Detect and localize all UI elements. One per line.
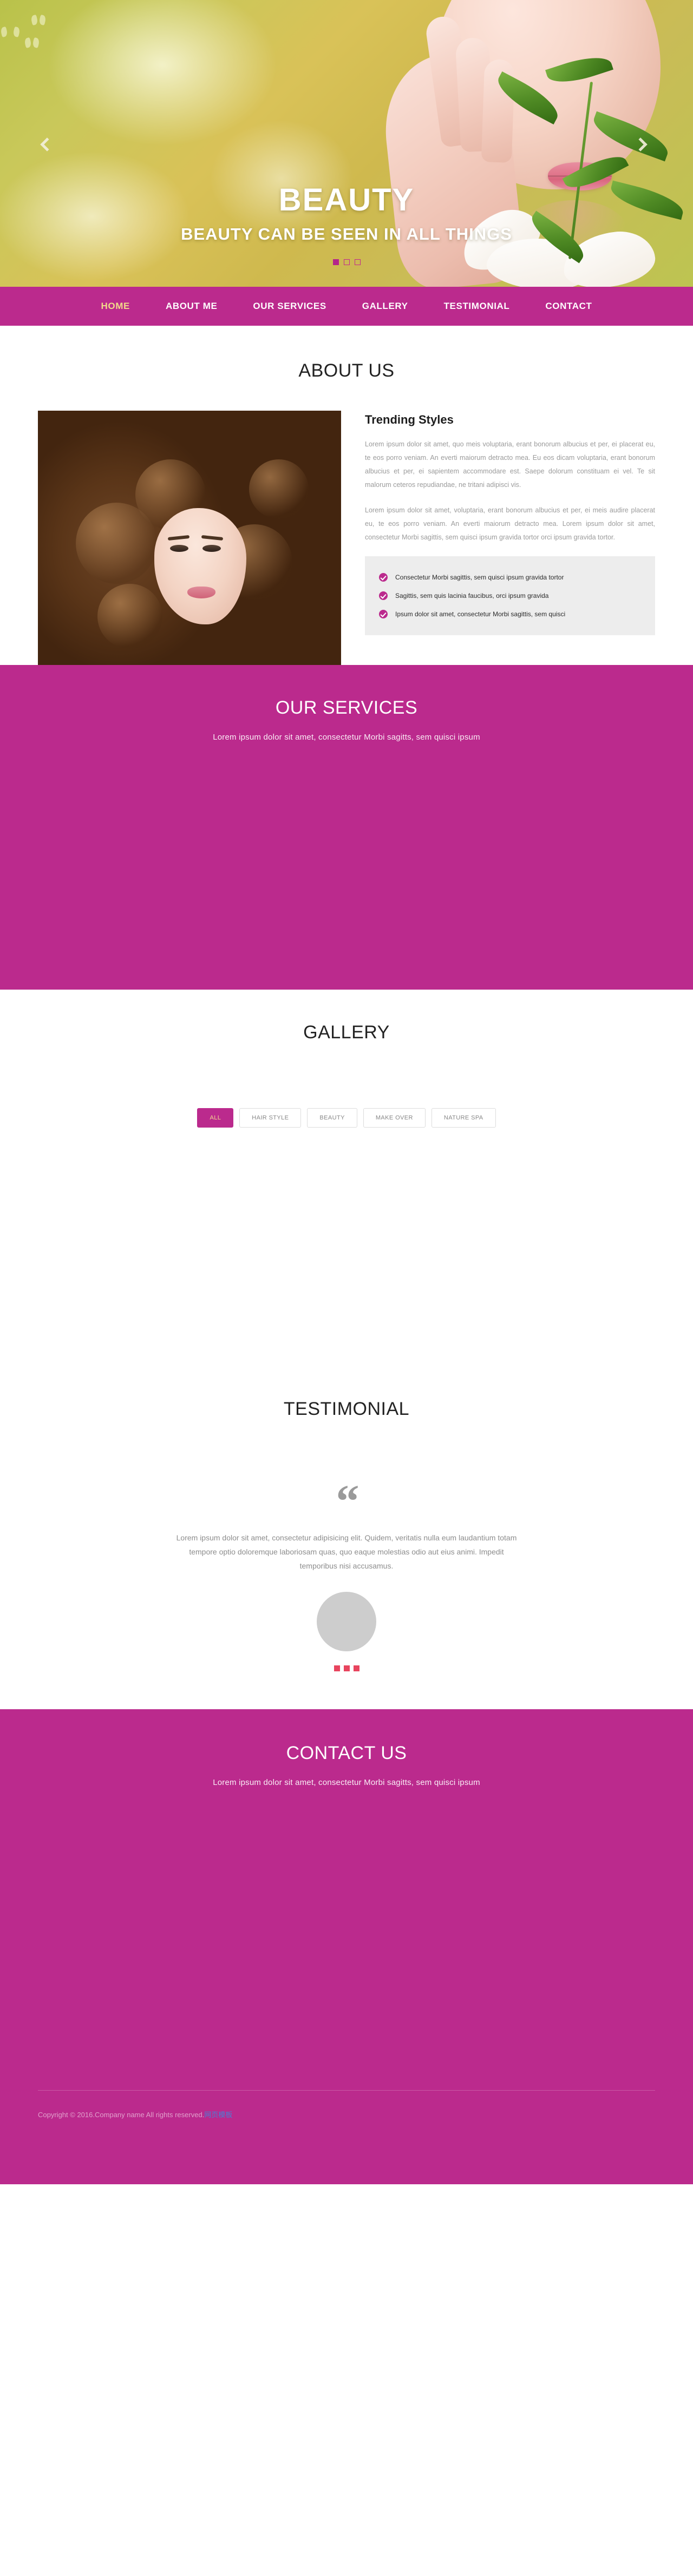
gallery-filter-nature-spa[interactable]: NATURE SPA: [431, 1108, 496, 1128]
testimonial-dots: [38, 1665, 655, 1671]
services-section-title: OUR SERVICES: [275, 697, 418, 718]
hero-subtitle: BEAUTY CAN BE SEEN IN ALL THINGS: [181, 224, 512, 243]
list-item-label: Ipsum dolor sit amet, consectetur Morbi …: [395, 610, 566, 618]
list-item-label: Consectetur Morbi sagittis, sem quisci i…: [395, 574, 564, 581]
about-heading: Trending Styles: [365, 413, 454, 426]
testimonial-dot-3[interactable]: [353, 1665, 359, 1671]
nav-item-home[interactable]: HOME: [83, 301, 148, 312]
list-item: Ipsum dolor sit amet, consectetur Morbi …: [379, 605, 641, 623]
finger: [481, 59, 515, 163]
page-bottom-space: [0, 2184, 693, 2509]
slider-dot-1[interactable]: [332, 259, 339, 265]
quote-icon: “: [336, 1475, 359, 1527]
testimonial-text: Lorem ipsum dolor sit amet, consectetur …: [176, 1533, 517, 1570]
slider-dot-2[interactable]: [343, 259, 350, 265]
chevron-left-icon: [40, 137, 54, 151]
about-container: ABOUT US Trending Styles Lorem ipsum dol…: [38, 360, 655, 665]
gallery-section-title: GALLERY: [303, 1022, 390, 1043]
contact-section: CONTACT US Lorem ipsum dolor sit amet, c…: [0, 1709, 693, 2091]
check-circle-icon: [379, 591, 388, 600]
services-container: OUR SERVICES Lorem ipsum dolor sit amet,…: [38, 697, 655, 904]
gallery-filter-make-over[interactable]: MAKE OVER: [363, 1108, 426, 1128]
about-feature-list: Consectetur Morbi sagittis, sem quisci i…: [365, 556, 655, 635]
hair-curl: [249, 459, 309, 519]
slider-next-arrow-icon[interactable]: [632, 137, 651, 158]
model-lips: [187, 587, 215, 598]
butterfly-icon: [25, 38, 39, 48]
eye: [170, 545, 188, 552]
butterfly-icon: [1, 27, 19, 40]
nav-item-gallery[interactable]: GALLERY: [344, 301, 426, 312]
main-navigation: HOME ABOUT ME OUR SERVICES GALLERY TESTI…: [0, 287, 693, 326]
about-grid: Trending Styles Lorem ipsum dolor sit am…: [38, 411, 655, 665]
nav-link-testimonial[interactable]: TESTIMONIAL: [426, 301, 528, 312]
butterfly-icon: [31, 15, 45, 25]
hero-caption: BEAUTY BEAUTY CAN BE SEEN IN ALL THINGS: [0, 182, 693, 265]
template-credit-link[interactable]: 网页模板: [204, 2111, 232, 2119]
hero-slider: BEAUTY BEAUTY CAN BE SEEN IN ALL THINGS: [0, 0, 693, 287]
list-item-label: Sagittis, sem quis lacinia faucibus, orc…: [395, 592, 549, 599]
check-circle-icon: [379, 573, 388, 582]
about-section: ABOUT US Trending Styles Lorem ipsum dol…: [0, 326, 693, 665]
page-root: BEAUTY BEAUTY CAN BE SEEN IN ALL THINGS …: [0, 0, 693, 2509]
nav-link-our-services[interactable]: OUR SERVICES: [235, 301, 344, 312]
gallery-filter-all[interactable]: ALL: [197, 1108, 234, 1128]
testimonial-dot-2[interactable]: [343, 1665, 350, 1671]
copyright-bar: Copyright © 2016.Company name All rights…: [38, 2109, 655, 2119]
services-subtitle: Lorem ipsum dolor sit amet, consectetur …: [213, 733, 480, 742]
copyright-text: Copyright © 2016.Company name All rights…: [38, 2110, 205, 2119]
gallery-grid: [38, 1128, 655, 1312]
services-section: OUR SERVICES Lorem ipsum dolor sit amet,…: [0, 665, 693, 990]
testimonial-section-title: TESTIMONIAL: [283, 1399, 410, 1419]
nav-link-contact[interactable]: CONTACT: [527, 301, 610, 312]
gallery-filter-beauty[interactable]: BEAUTY: [307, 1108, 357, 1128]
hero-title: BEAUTY: [278, 182, 415, 218]
testimonial-section: TESTIMONIAL “ Lorem ipsum dolor sit amet…: [0, 1368, 693, 1709]
nav-link-gallery[interactable]: GALLERY: [344, 301, 426, 312]
avatar: [317, 1591, 376, 1651]
list-item: Consectetur Morbi sagittis, sem quisci i…: [379, 568, 641, 587]
gallery-filter-bar: ALL HAIR STYLE BEAUTY MAKE OVER NATURE S…: [38, 1108, 655, 1128]
nav-link-home[interactable]: HOME: [83, 301, 148, 312]
nav-list: HOME ABOUT ME OUR SERVICES GALLERY TESTI…: [83, 301, 610, 312]
contact-section-title: CONTACT US: [286, 1742, 407, 1763]
gallery-section: GALLERY ALL HAIR STYLE BEAUTY MAKE OVER …: [0, 990, 693, 1368]
nav-item-our-services[interactable]: OUR SERVICES: [235, 301, 344, 312]
testimonial-container: TESTIMONIAL “ Lorem ipsum dolor sit amet…: [38, 1399, 655, 1671]
nav-item-testimonial[interactable]: TESTIMONIAL: [426, 301, 528, 312]
about-section-title: ABOUT US: [298, 360, 395, 381]
contact-form-area: [38, 1787, 655, 2090]
testimonial-dot-1[interactable]: [334, 1665, 340, 1671]
about-paragraph-2: Lorem ipsum dolor sit amet, voluptaria, …: [365, 506, 655, 541]
site-footer: Copyright © 2016.Company name All rights…: [0, 2090, 693, 2184]
hair-curl: [97, 584, 162, 649]
about-image: [38, 411, 341, 665]
chevron-right-icon: [633, 137, 648, 151]
slider-dot-3[interactable]: [354, 259, 361, 265]
contact-subtitle: Lorem ipsum dolor sit amet, consectetur …: [213, 1777, 480, 1787]
nav-item-about-me[interactable]: ABOUT ME: [148, 301, 235, 312]
slider-dots: [0, 259, 693, 265]
slider-prev-arrow-icon[interactable]: [40, 137, 61, 158]
about-text-block: Trending Styles Lorem ipsum dolor sit am…: [365, 411, 655, 635]
nav-item-contact[interactable]: CONTACT: [527, 301, 610, 312]
about-paragraph-1: Lorem ipsum dolor sit amet, quo meis vol…: [365, 440, 655, 489]
contact-container: CONTACT US Lorem ipsum dolor sit amet, c…: [38, 1743, 655, 2090]
check-circle-icon: [379, 610, 388, 618]
gallery-filter-hair-style[interactable]: HAIR STYLE: [239, 1108, 302, 1128]
list-item: Sagittis, sem quis lacinia faucibus, orc…: [379, 587, 641, 605]
eye: [202, 545, 221, 552]
nav-link-about-me[interactable]: ABOUT ME: [148, 301, 235, 312]
gallery-container: GALLERY ALL HAIR STYLE BEAUTY MAKE OVER …: [38, 1022, 655, 1312]
